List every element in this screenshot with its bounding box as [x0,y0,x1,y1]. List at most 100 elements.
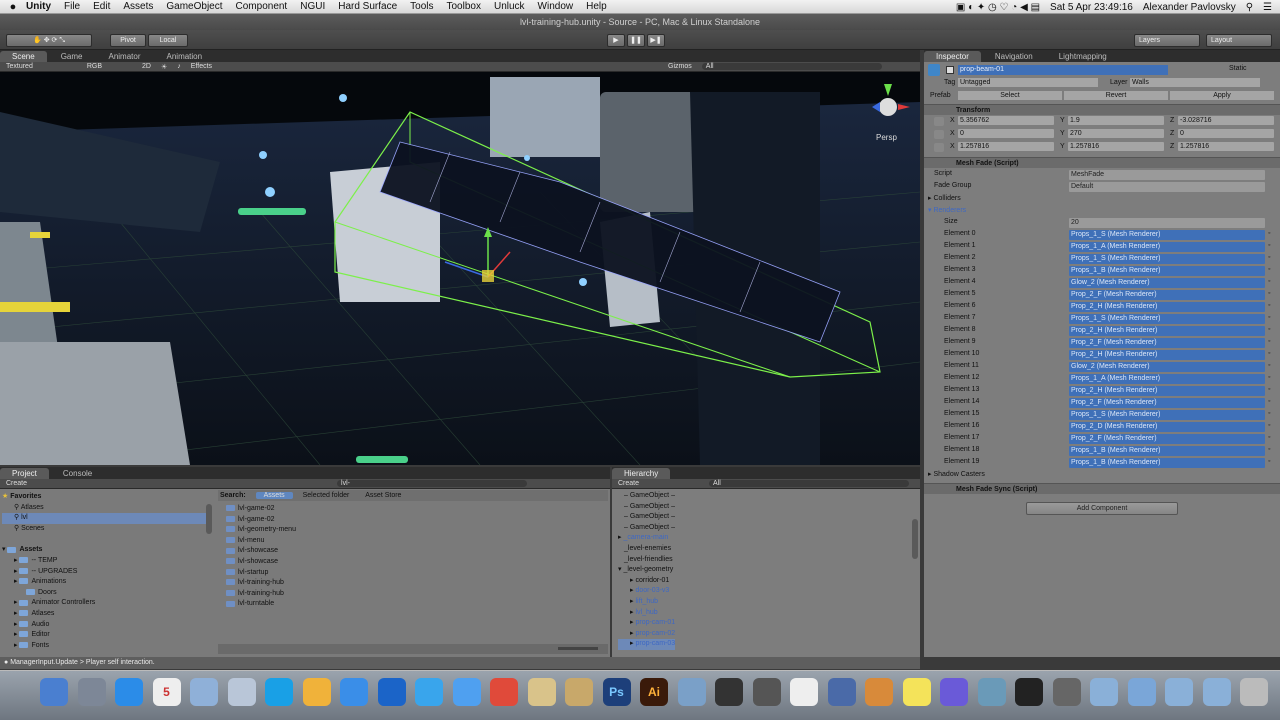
hierarchy-item[interactable]: – GameObject – [618,523,675,534]
scope-asset-store[interactable]: Asset Store [365,492,401,499]
scene-search-input[interactable]: All [701,63,882,70]
gizmos-dropdown[interactable]: Gizmos [668,63,692,70]
element-field[interactable]: Props_1_A (Mesh Renderer) [1069,374,1265,384]
cocoa-icon[interactable] [565,678,593,706]
colliders-row[interactable]: ▸ Colliders [924,193,1280,205]
pivot-button[interactable]: Pivot [110,34,146,47]
hierarchy-item[interactable]: _level-enemies [618,544,675,555]
hierarchy-search-input[interactable]: All [709,480,910,487]
object-picker-icon[interactable]: ◦ [1268,398,1270,405]
prefab-apply-button[interactable]: Apply [1170,91,1274,100]
scope-selected-folder[interactable]: Selected folder [303,492,350,499]
twitter-icon[interactable] [415,678,443,706]
play-button[interactable]: ▶ [607,34,625,47]
object-picker-icon[interactable]: ◦ [1268,242,1270,249]
hierarchy-scrollbar[interactable] [912,519,918,559]
hierarchy-item[interactable]: ▸ door-03-v3 [618,586,675,597]
scale-z-field[interactable]: 1.257816 [1178,142,1274,151]
renderers-foldout[interactable]: ▾ Renderers [928,206,966,214]
hierarchy-item[interactable]: ▸ lvl_hub [618,608,675,619]
unity2-icon[interactable] [752,678,781,706]
hierarchy-item[interactable]: ▸ prop-cam-01 [618,618,675,629]
object-picker-icon[interactable]: ◦ [1268,302,1270,309]
illustrator-icon[interactable]: Ai [640,678,668,706]
favorite-item[interactable]: ⚲ Atlases [2,503,212,514]
menu-edit[interactable]: Edit [93,1,110,12]
scene-view[interactable]: Persp [0,72,920,465]
search-result-item[interactable]: lvl-training-hub [226,578,296,589]
favorite-item[interactable]: ⚲ lvl [2,513,212,524]
launchpad-icon[interactable] [77,678,106,706]
scale-x-field[interactable]: 1.257816 [958,142,1054,151]
transform-tools[interactable]: ✋ ✥ ⟳ ⤡ [6,34,92,47]
rot-y-field[interactable]: 270 [1068,129,1164,138]
appstore-icon[interactable] [115,678,143,706]
pos-x-field[interactable]: 5.356762 [958,116,1054,125]
object-picker-icon[interactable]: ◦ [1268,410,1270,417]
apple-icon[interactable]: ● [0,1,26,13]
element-field[interactable]: Props_1_A (Mesh Renderer) [1069,242,1265,252]
effects-dropdown[interactable]: Effects [191,63,212,70]
object-picker-icon[interactable]: ◦ [1268,434,1270,441]
element-field[interactable]: Prop_2_H (Mesh Renderer) [1069,326,1265,336]
asset-folder[interactable]: ▸ Fonts [2,641,212,652]
element-field[interactable]: Prop_2_H (Mesh Renderer) [1069,386,1265,396]
menu-toolbox[interactable]: Toolbox [447,1,481,12]
search-result-item[interactable]: lvl-showcase [226,557,296,568]
preview-icon[interactable] [227,678,256,706]
rotation-icon[interactable] [934,130,944,139]
color-mode-dropdown[interactable]: RGB [87,63,102,70]
colliders-foldout[interactable]: ▸ Colliders [928,194,961,202]
hierarchy-item[interactable]: ▸ corridor-01 [618,576,675,587]
tab-console[interactable]: Console [51,468,104,479]
favorite-item[interactable]: ⚲ Scenes [2,524,212,535]
tab-hierarchy[interactable]: Hierarchy [612,468,671,479]
tag-dropdown[interactable]: Untagged [958,78,1098,87]
menu-assets[interactable]: Assets [123,1,153,12]
tab-scene[interactable]: Scene [0,51,47,62]
hierarchy-item[interactable]: – GameObject – [618,512,675,523]
object-picker-icon[interactable]: ◦ [1268,374,1270,381]
pos-z-field[interactable]: -3.028716 [1178,116,1274,125]
asset-folder[interactable]: ▸ Audio [2,620,212,631]
object-picker-icon[interactable]: ◦ [1268,446,1270,453]
render-mode-dropdown[interactable]: Textured [6,63,33,70]
menu-window[interactable]: Window [538,1,574,12]
renderers-row[interactable]: ▾ Renderers [924,205,1280,217]
2d-toggle[interactable]: 2D [142,63,151,70]
tab-animator[interactable]: Animator [96,51,152,62]
project-search-input[interactable]: lvl- [337,480,528,487]
element-field[interactable]: Prop_2_F (Mesh Renderer) [1069,398,1265,408]
object-name-field[interactable]: prop-beam-01 [958,65,1168,75]
scale-icon[interactable] [934,143,944,152]
element-field[interactable]: Props_1_S (Mesh Renderer) [1069,410,1265,420]
menu-gameobject[interactable]: GameObject [166,1,222,12]
icon-size-slider[interactable] [558,647,598,650]
element-field[interactable]: Props_1_S (Mesh Renderer) [1069,254,1265,264]
menu-list-icon[interactable]: ☰ [1263,2,1272,13]
element-field[interactable]: Props_1_B (Mesh Renderer) [1069,446,1265,456]
element-field[interactable]: Glow_2 (Mesh Renderer) [1069,278,1265,288]
xcode-icon[interactable] [827,678,856,706]
object-picker-icon[interactable]: ◦ [1268,254,1270,261]
user-name[interactable]: Alexander Pavlovsky [1143,2,1236,13]
add-component-button[interactable]: Add Component [1026,502,1178,515]
tab-animation[interactable]: Animation [155,51,215,62]
element-field[interactable]: Prop_2_D (Mesh Renderer) [1069,422,1265,432]
object-picker-icon[interactable]: ◦ [1268,290,1270,297]
audio-toggle-icon[interactable]: ♪ [177,63,181,70]
hierarchy-create-dropdown[interactable]: Create [618,480,639,487]
menu-file[interactable]: File [64,1,80,12]
element-field[interactable]: Prop_2_F (Mesh Renderer) [1069,290,1265,300]
hierarchy-item[interactable]: ▸ prop-cam-02 [618,629,675,640]
safari2-icon[interactable] [677,678,706,706]
element-field[interactable]: Prop_2_H (Mesh Renderer) [1069,302,1265,312]
search-result-item[interactable]: lvl-game-02 [226,504,296,515]
spotlight-icon[interactable]: ⚲ [1246,2,1253,13]
asset-folder[interactable]: ▸ Atlases [2,609,212,620]
menu-tools[interactable]: Tools [410,1,433,12]
pause-button[interactable]: ❚❚ [627,34,645,47]
asset-folder[interactable]: ▸ Animator Controllers [2,598,212,609]
shadow-casters-foldout[interactable]: ▸ Shadow Casters [928,470,985,478]
prefab-revert-button[interactable]: Revert [1064,91,1168,100]
